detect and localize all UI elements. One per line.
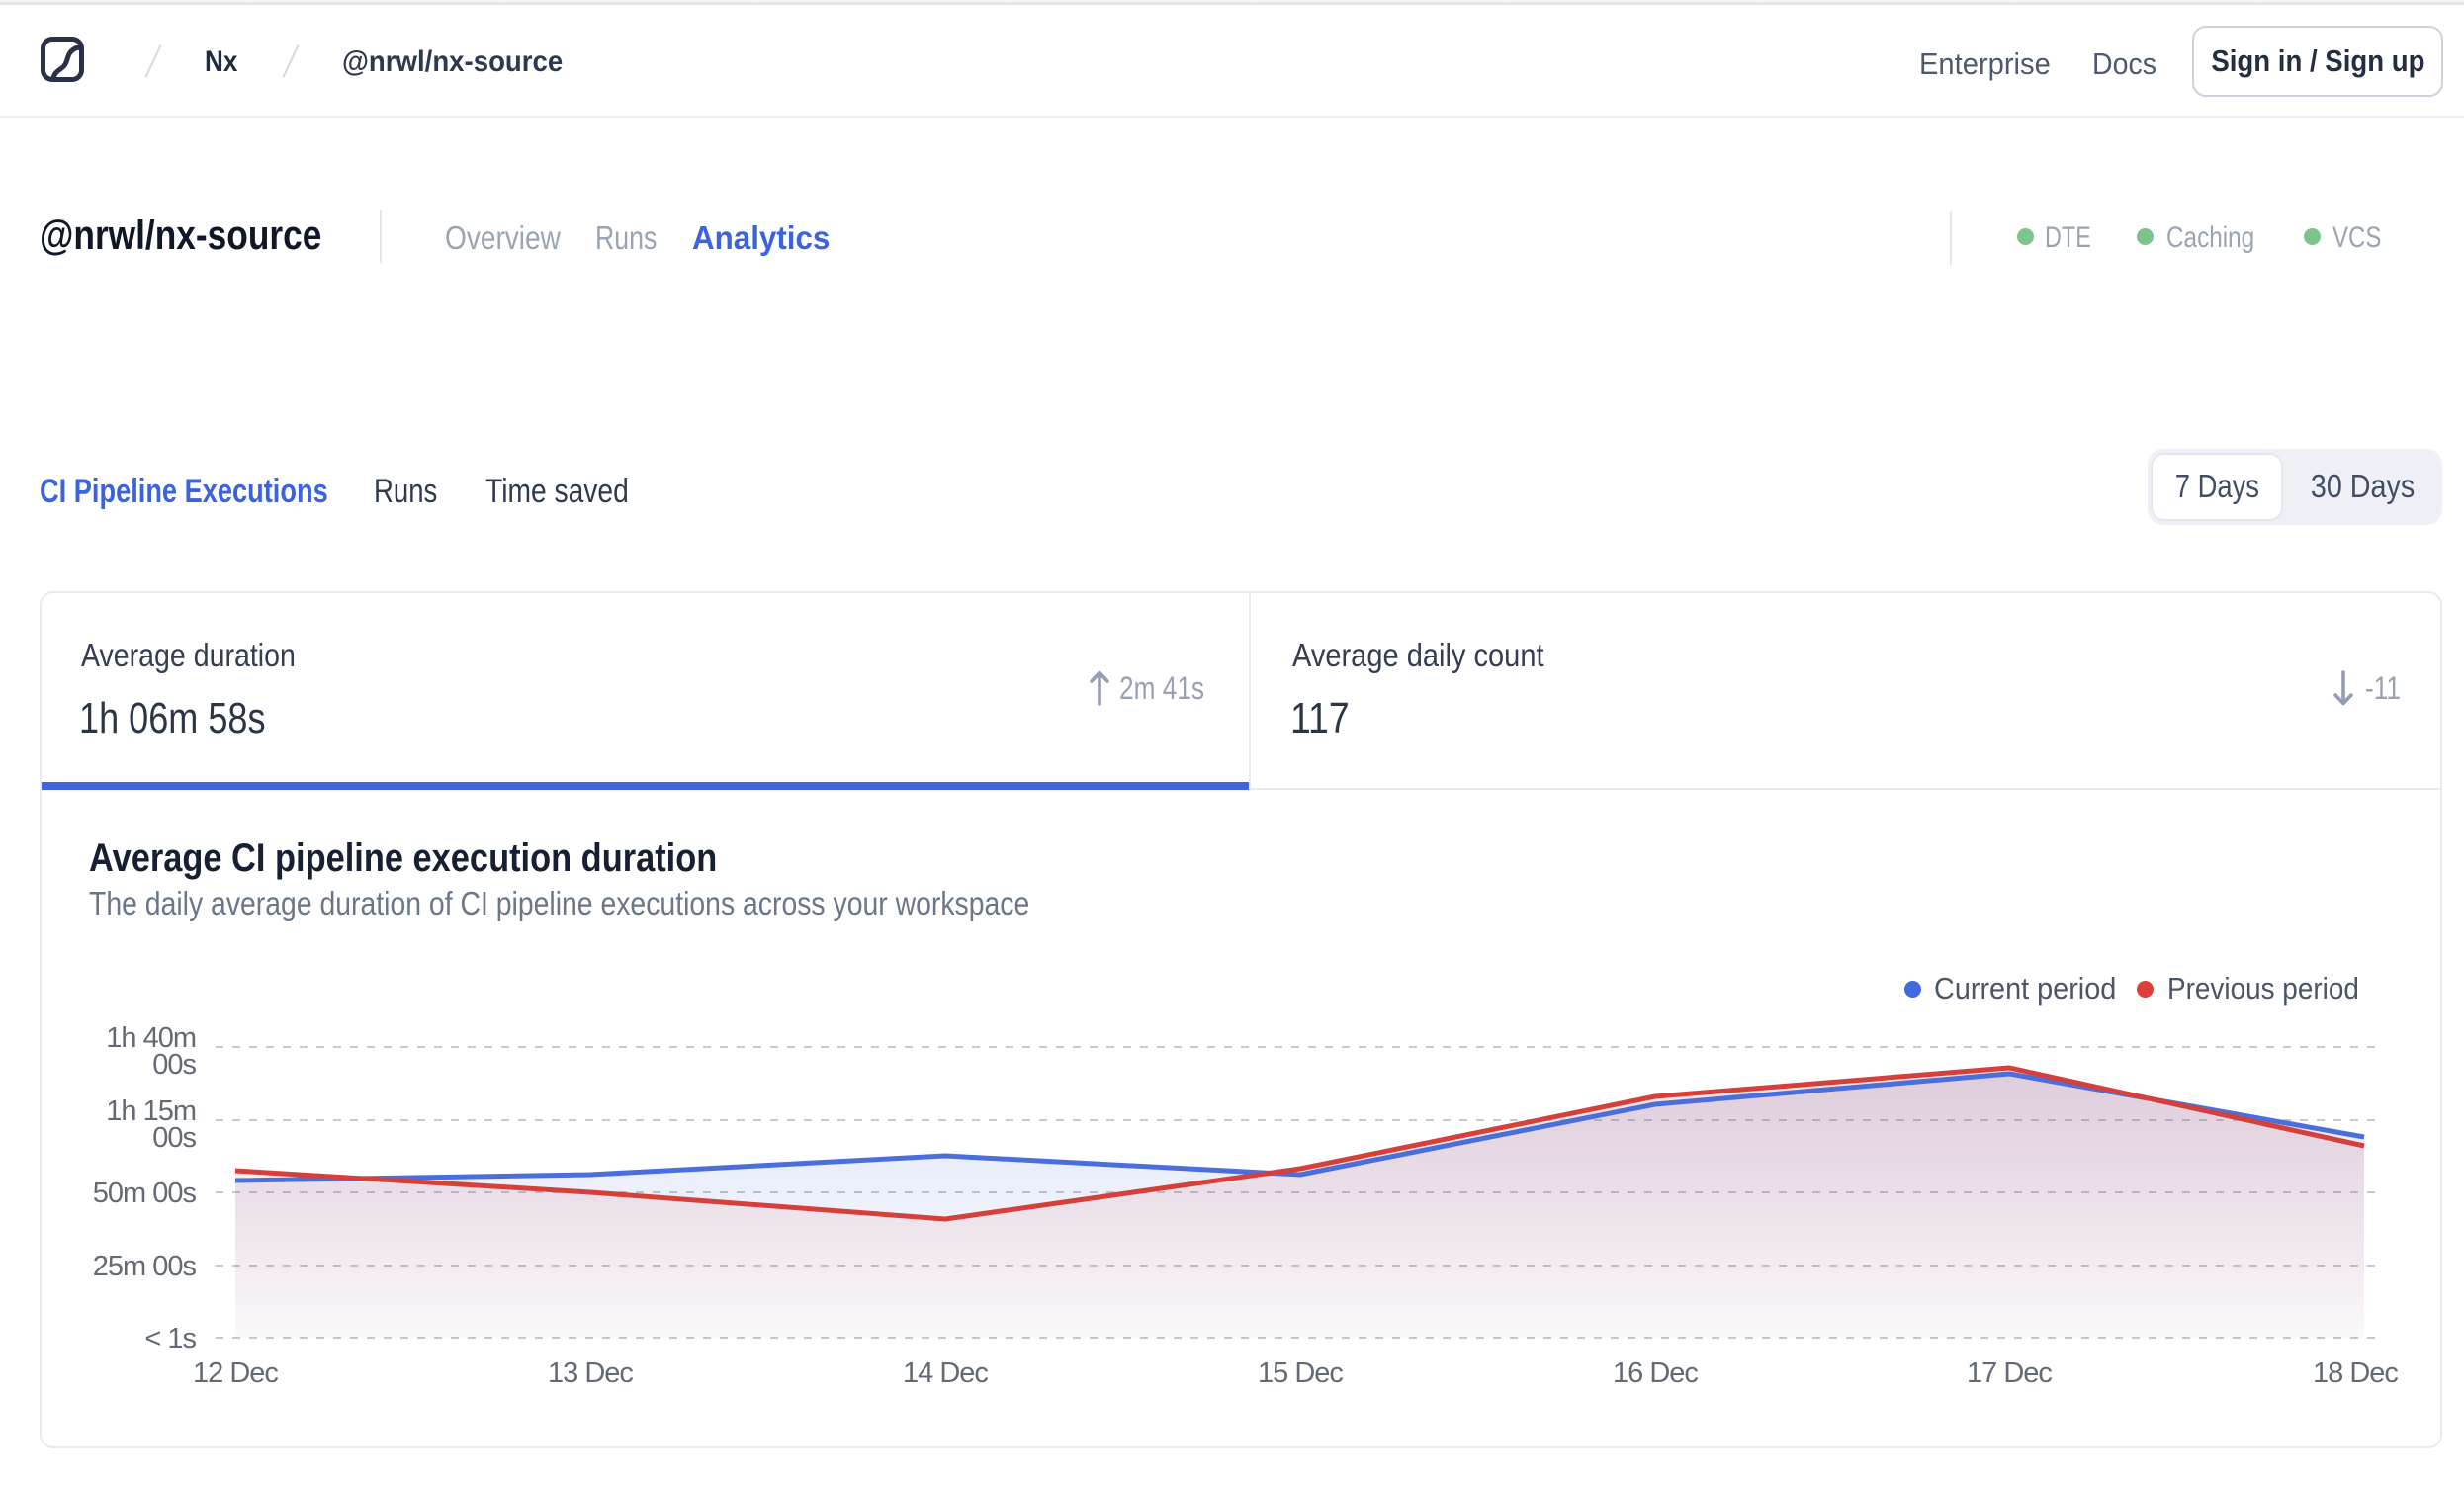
svg-text:50m 00s: 50m 00s — [93, 1178, 197, 1209]
svg-text:12 Dec: 12 Dec — [193, 1357, 278, 1389]
svg-text:18 Dec: 18 Dec — [2313, 1357, 2398, 1389]
svg-text:< 1s: < 1s — [144, 1323, 196, 1355]
svg-text:00s: 00s — [152, 1122, 196, 1154]
svg-text:13 Dec: 13 Dec — [548, 1357, 633, 1389]
svg-text:14 Dec: 14 Dec — [903, 1357, 988, 1389]
svg-text:17 Dec: 17 Dec — [1967, 1357, 2052, 1389]
svg-text:15 Dec: 15 Dec — [1258, 1357, 1343, 1389]
svg-text:16 Dec: 16 Dec — [1613, 1357, 1698, 1389]
svg-text:00s: 00s — [152, 1049, 196, 1081]
svg-text:25m 00s: 25m 00s — [93, 1251, 197, 1282]
